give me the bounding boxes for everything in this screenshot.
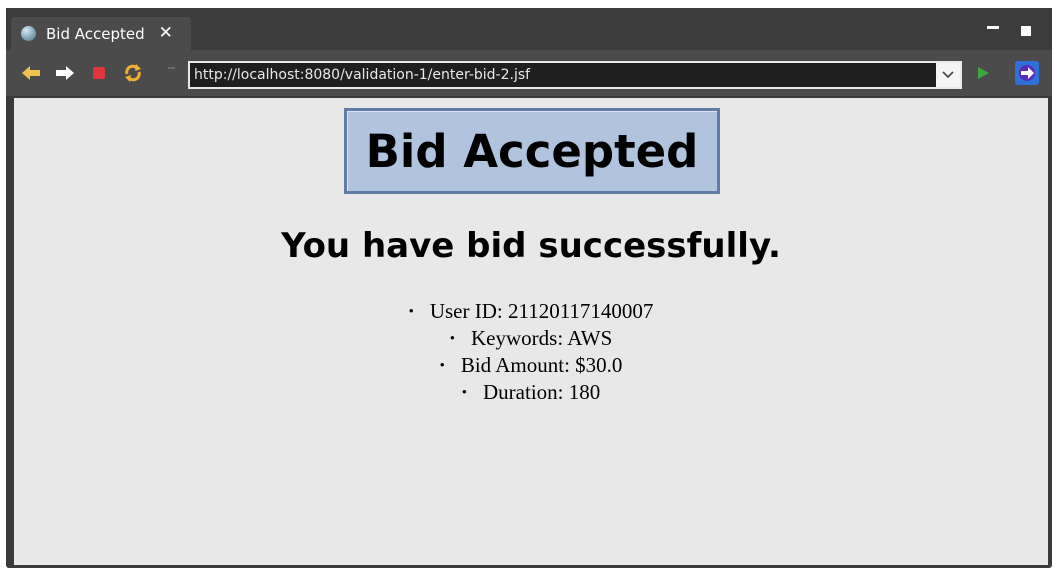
- keywords-text: Keywords: AWS: [471, 326, 613, 350]
- play-icon: [978, 67, 989, 79]
- go-button[interactable]: [972, 62, 994, 84]
- url-dropdown-button[interactable]: [936, 63, 960, 87]
- url-input[interactable]: http://localhost:8080/validation-1/enter…: [190, 67, 936, 83]
- list-item: • Duration: 180: [14, 379, 1048, 406]
- chevron-down-icon: [942, 71, 954, 79]
- web-browser-icon: [1015, 61, 1039, 85]
- browser-window: Bid Accepted ✕ http://localhost:8080/val…: [6, 8, 1052, 568]
- stop-icon: [93, 67, 105, 79]
- refresh-icon: [125, 64, 141, 82]
- url-bar[interactable]: http://localhost:8080/validation-1/enter…: [188, 61, 962, 89]
- bullet-icon: •: [439, 358, 445, 374]
- toolbar-separator: [168, 67, 175, 69]
- list-item: • Keywords: AWS: [14, 325, 1048, 352]
- bid-amount-text: Bid Amount: $30.0: [460, 353, 623, 377]
- refresh-button[interactable]: [122, 62, 144, 84]
- bullet-icon: •: [449, 331, 456, 347]
- list-item: • Bid Amount: $30.0: [14, 352, 1048, 379]
- tab-title: Bid Accepted: [46, 24, 145, 43]
- page-content: Bid Accepted You have bid successfully. …: [14, 98, 1048, 565]
- close-icon[interactable]: ✕: [159, 25, 173, 42]
- list-item: • User ID: 21120117140007: [14, 298, 1048, 325]
- back-arrow-icon: [22, 66, 40, 80]
- bid-details-list: • User ID: 21120117140007 • Keywords: AWS …: [14, 298, 1048, 406]
- tab-bid-accepted[interactable]: Bid Accepted ✕: [11, 17, 191, 50]
- success-message: You have bid successfully.: [281, 226, 781, 266]
- maximize-button[interactable]: [1021, 26, 1031, 36]
- minimize-button[interactable]: [987, 26, 999, 29]
- user-id-text: User ID: 21120117140007: [429, 299, 654, 323]
- forward-arrow-icon: [56, 66, 74, 80]
- browser-icon-button[interactable]: [1014, 60, 1040, 86]
- globe-icon: [21, 26, 36, 41]
- bullet-icon: •: [461, 385, 468, 401]
- stop-button[interactable]: [88, 62, 110, 84]
- forward-button[interactable]: [54, 62, 76, 84]
- browser-toolbar: http://localhost:8080/validation-1/enter…: [6, 50, 1052, 96]
- page-title: Bid Accepted: [344, 108, 720, 194]
- duration-text: Duration: 180: [483, 380, 601, 404]
- bullet-icon: •: [408, 304, 414, 320]
- tab-bar: Bid Accepted ✕: [6, 8, 1052, 50]
- back-button[interactable]: [20, 62, 42, 84]
